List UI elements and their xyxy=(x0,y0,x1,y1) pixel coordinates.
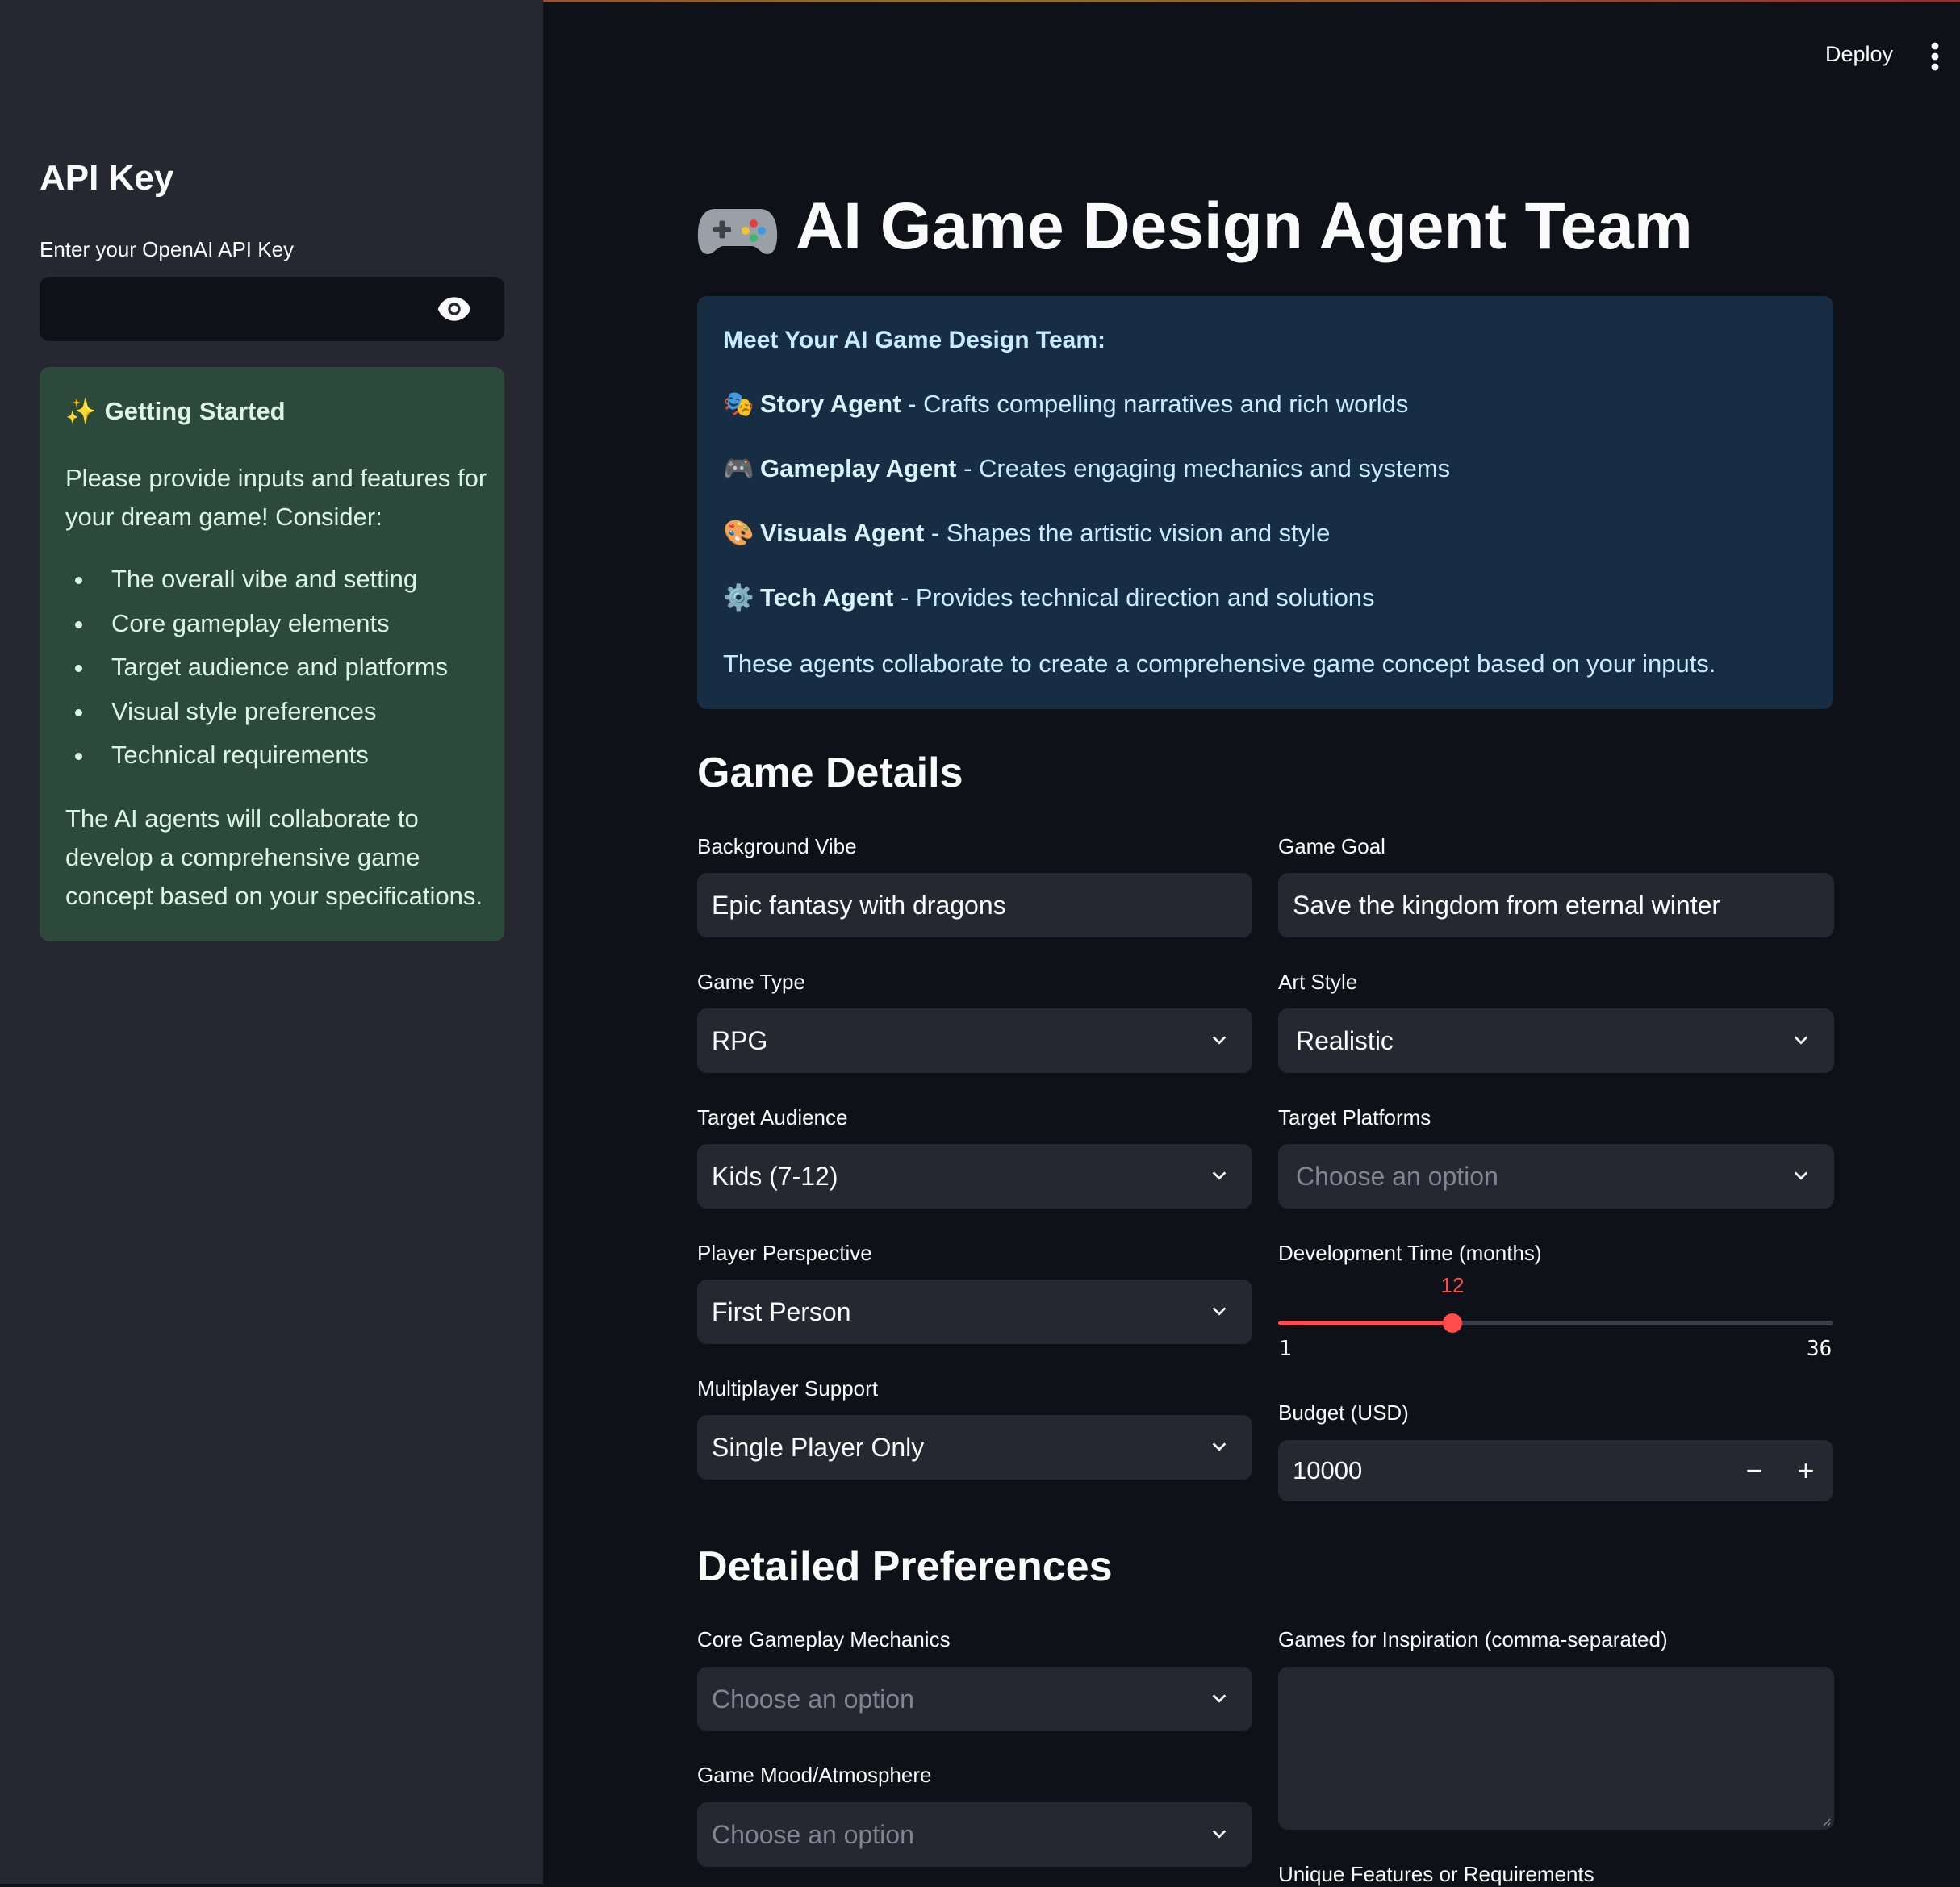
target-audience-label: Target Audience xyxy=(697,1105,848,1129)
inspiration-label: Games for Inspiration (comma-separated) xyxy=(1278,1627,1668,1651)
game-type-label: Game Type xyxy=(697,970,805,994)
main-menu-icon[interactable] xyxy=(1928,42,1942,71)
decrement-button[interactable]: − xyxy=(1730,1440,1778,1501)
api-key-field xyxy=(40,277,504,341)
performing-arts-icon: 🎭 xyxy=(723,390,754,418)
team-info-footer: These agents collaborate to create a com… xyxy=(723,649,1716,678)
api-key-label: Enter your OpenAI API Key xyxy=(40,237,295,261)
slider-thumb[interactable] xyxy=(1443,1313,1462,1333)
core-mechanics-label: Core Gameplay Mechanics xyxy=(697,1627,951,1651)
list-item: Visual style preferences xyxy=(65,690,448,734)
palette-icon: 🎨 xyxy=(723,519,754,547)
sidebar-title: API Key xyxy=(40,158,174,198)
getting-started-panel: ✨ Getting Started Please provide inputs a… xyxy=(40,367,504,941)
target-platforms-select[interactable]: Choose an option xyxy=(1278,1144,1834,1209)
game-controller-icon xyxy=(697,209,778,255)
budget-input[interactable]: 10000 xyxy=(1293,1440,1362,1501)
list-item: Target audience and platforms xyxy=(65,645,448,690)
dev-time-value: 12 xyxy=(1440,1273,1465,1297)
mood-label: Game Mood/Atmosphere xyxy=(697,1763,932,1787)
list-item: Technical requirements xyxy=(65,733,448,778)
eye-icon[interactable] xyxy=(437,294,472,324)
team-info-heading: Meet Your AI Game Design Team: xyxy=(723,327,1106,353)
background-vibe-label: Background Vibe xyxy=(697,834,857,858)
resize-handle-icon[interactable] xyxy=(1820,1815,1831,1826)
chevron-down-icon xyxy=(1794,1171,1808,1180)
game-type-select[interactable]: RPG xyxy=(697,1008,1252,1073)
player-perspective-value: First Person xyxy=(712,1297,851,1326)
multiplayer-value: Single Player Only xyxy=(712,1433,925,1462)
sidebar: API Key Enter your OpenAI API Key ✨ Getti… xyxy=(0,0,543,1884)
section-heading-detailed-preferences: Detailed Preferences xyxy=(697,1543,1113,1590)
target-platforms-placeholder: Choose an option xyxy=(1296,1162,1498,1191)
chevron-down-icon xyxy=(1794,1036,1808,1045)
list-item: The overall vibe and setting xyxy=(65,557,448,602)
getting-started-outro: The AI agents will collaborate to develo… xyxy=(65,804,483,910)
list-item: Core gameplay elements xyxy=(65,602,448,646)
multiplayer-label: Multiplayer Support xyxy=(697,1376,878,1401)
deploy-button[interactable]: Deploy xyxy=(1825,42,1893,67)
background-vibe-field xyxy=(697,873,1252,937)
slider-fill xyxy=(1278,1321,1452,1325)
getting-started-list: The overall vibe and setting Core gamepl… xyxy=(65,557,448,778)
target-platforms-label: Target Platforms xyxy=(1278,1105,1431,1129)
game-goal-field xyxy=(1278,873,1834,937)
agent-story: 🎭 Story Agent - Crafts compelling narrati… xyxy=(723,390,1409,418)
target-audience-select[interactable]: Kids (7-12) xyxy=(697,1144,1252,1209)
chevron-down-icon xyxy=(1212,1694,1227,1703)
target-audience-value: Kids (7-12) xyxy=(712,1162,838,1191)
game-controller-icon: 🎮 xyxy=(723,454,754,482)
player-perspective-label: Player Perspective xyxy=(697,1241,872,1265)
getting-started-title: ✨ Getting Started xyxy=(65,397,286,425)
player-perspective-select[interactable]: First Person xyxy=(697,1280,1252,1344)
chevron-down-icon xyxy=(1212,1036,1227,1045)
art-style-value: Realistic xyxy=(1296,1026,1394,1055)
art-style-label: Art Style xyxy=(1278,970,1358,994)
budget-label: Budget (USD) xyxy=(1278,1401,1409,1425)
increment-button[interactable]: + xyxy=(1782,1440,1830,1501)
mood-select[interactable]: Choose an option xyxy=(697,1802,1252,1867)
inspiration-textarea[interactable] xyxy=(1278,1667,1834,1830)
getting-started-intro: Please provide inputs and features for y… xyxy=(65,464,487,531)
section-heading-game-details: Game Details xyxy=(697,749,963,796)
core-mechanics-placeholder: Choose an option xyxy=(712,1685,914,1714)
unique-features-label: Unique Features or Requirements xyxy=(1278,1862,1594,1886)
game-goal-input[interactable] xyxy=(1278,873,1824,937)
agent-visuals: 🎨 Visuals Agent - Shapes the artistic vis… xyxy=(723,519,1331,547)
dev-time-max: 36 xyxy=(1807,1337,1833,1361)
agent-tech: ⚙️ Tech Agent - Provides technical direct… xyxy=(723,583,1375,612)
team-info-panel: Meet Your AI Game Design Team: 🎭 Story Ag… xyxy=(697,296,1833,709)
dev-time-slider[interactable] xyxy=(1278,1307,1833,1339)
core-mechanics-select[interactable]: Choose an option xyxy=(697,1667,1252,1731)
mood-placeholder: Choose an option xyxy=(712,1820,914,1849)
gear-icon: ⚙️ xyxy=(723,583,754,612)
dev-time-label: Development Time (months) xyxy=(1278,1241,1542,1265)
background-vibe-input[interactable] xyxy=(697,873,1243,937)
budget-stepper: 10000 − + xyxy=(1278,1440,1833,1501)
dev-time-min: 1 xyxy=(1279,1337,1292,1361)
page-title: AI Game Design Agent Team xyxy=(697,189,1693,265)
api-key-input[interactable] xyxy=(40,277,462,341)
chevron-down-icon xyxy=(1212,1830,1227,1839)
sparkles-icon: ✨ xyxy=(65,397,97,425)
game-type-value: RPG xyxy=(712,1026,768,1055)
art-style-select[interactable]: Realistic xyxy=(1278,1008,1834,1073)
game-goal-label: Game Goal xyxy=(1278,834,1385,858)
agent-gameplay: 🎮 Gameplay Agent - Creates engaging mecha… xyxy=(723,454,1451,482)
chevron-down-icon xyxy=(1212,1442,1227,1451)
chevron-down-icon xyxy=(1212,1171,1227,1180)
chevron-down-icon xyxy=(1212,1307,1227,1316)
multiplayer-select[interactable]: Single Player Only xyxy=(697,1415,1252,1480)
